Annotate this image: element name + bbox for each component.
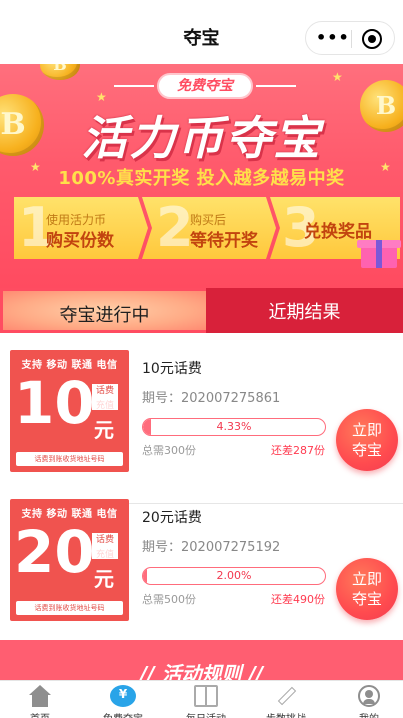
list-item[interactable]: 支持 移动 联通 电信 20 话费 充值 元 话费到账收货地址号码 20元话费 … [0,499,403,649]
tab-recent-results-label: 近期结果 [268,302,341,323]
gift-box-icon [357,234,401,268]
coin-icon: B [40,64,80,80]
step-line2: 购买份数 [46,231,114,251]
step-line2: 等待开奖 [190,231,258,251]
list-item[interactable]: 支持 移动 联通 电信 10 话费 充值 元 话费到账收货地址号码 10元话费 … [0,350,403,504]
ellipsis-icon[interactable]: ••• [316,29,349,47]
tabbar-label: 我的 [334,710,403,718]
banner-subtitle: 100%真实开奖 投入越多越易中奖 [58,168,345,189]
tabbar-label: 步数挑战 [251,710,321,718]
tabbar-item-mine[interactable]: 我的 [334,685,403,718]
decor-line [256,85,296,87]
user-icon [358,685,380,707]
mini-program-capsule: ••• [305,21,395,55]
tabbar-label: 首页 [5,710,75,718]
progress-label: 4.33% [216,420,252,433]
buy-now-button[interactable]: 立即 夺宝 [336,558,398,620]
tabbar-label: 每日活动 [171,710,241,718]
buy-now-button[interactable]: 立即 夺宝 [336,409,398,471]
item-issue-number: 期号：202007275861 [142,391,281,406]
pen-icon [274,685,298,707]
progress-bar: 4.33% [142,418,326,436]
navigation-bar: 夺宝 ••• [0,0,403,64]
promo-banner: B B B ★ ★ ★ ★ 免费夺宝 活力币夺宝 100%真实开奖 投入越多越易… [0,64,403,288]
capsule-divider [351,30,352,48]
tab-in-progress[interactable]: 夺宝进行中 [0,288,206,333]
remaining-shares: 还差287份 [271,444,325,457]
tab-recent-results[interactable]: 近期结果 [206,288,403,333]
free-treasure-pill: 免费夺宝 [157,73,253,99]
remaining-shares: 还差490份 [271,593,325,606]
item-issue-number: 期号：202007275192 [142,540,281,555]
treasure-list: 支持 移动 联通 电信 10 话费 充值 元 话费到账收货地址号码 10元话费 … [0,333,403,636]
steps-strip: 1 使用活力币 购买份数 2 购买后 等待开奖 3 兑换奖品 [14,197,400,259]
tab-in-progress-label: 夺宝进行中 [59,305,150,326]
tabbar-item-daily-activity[interactable]: 每日活动 [171,685,241,718]
decor-line [114,85,154,87]
step-number: 2 [156,196,194,259]
home-icon [28,685,52,707]
app-root: 夺宝 ••• B B B ★ ★ ★ ★ 免费夺宝 活力币夺宝 100%真实开奖… [0,0,403,718]
sparkle-icon: ★ [332,70,343,84]
step-2: 2 购买后 等待开奖 [142,197,276,259]
status-tabs: 夺宝进行中 近期结果 [0,288,403,333]
item-name: 10元话费 [142,361,202,377]
banner-title: 活力币夺宝 [81,111,322,165]
gift-icon [194,685,218,707]
step-1: 1 使用活力币 购买份数 [14,197,148,259]
total-needed: 总需500份 [142,593,196,606]
tabbar-item-home[interactable]: 首页 [5,685,75,718]
phone-credit-card-image: 支持 移动 联通 电信 10 话费 充值 元 话费到账收货地址号码 [10,350,129,472]
bottom-tab-bar: 首页 免费夺宝 每日活动 步数挑战 我的 [0,680,403,718]
progress-bar: 2.00% [142,567,326,585]
tabbar-item-step-challenge[interactable]: 步数挑战 [251,685,321,718]
tabbar-item-free-treasure[interactable]: 免费夺宝 [88,685,158,718]
total-needed: 总需300份 [142,444,196,457]
close-icon[interactable] [362,29,382,49]
phone-credit-card-image: 支持 移动 联通 电信 20 话费 充值 元 话费到账收货地址号码 [10,499,129,621]
tabbar-label: 免费夺宝 [88,710,158,718]
piggy-bank-icon [110,685,136,707]
progress-label: 2.00% [216,569,252,582]
item-name: 20元话费 [142,510,202,526]
